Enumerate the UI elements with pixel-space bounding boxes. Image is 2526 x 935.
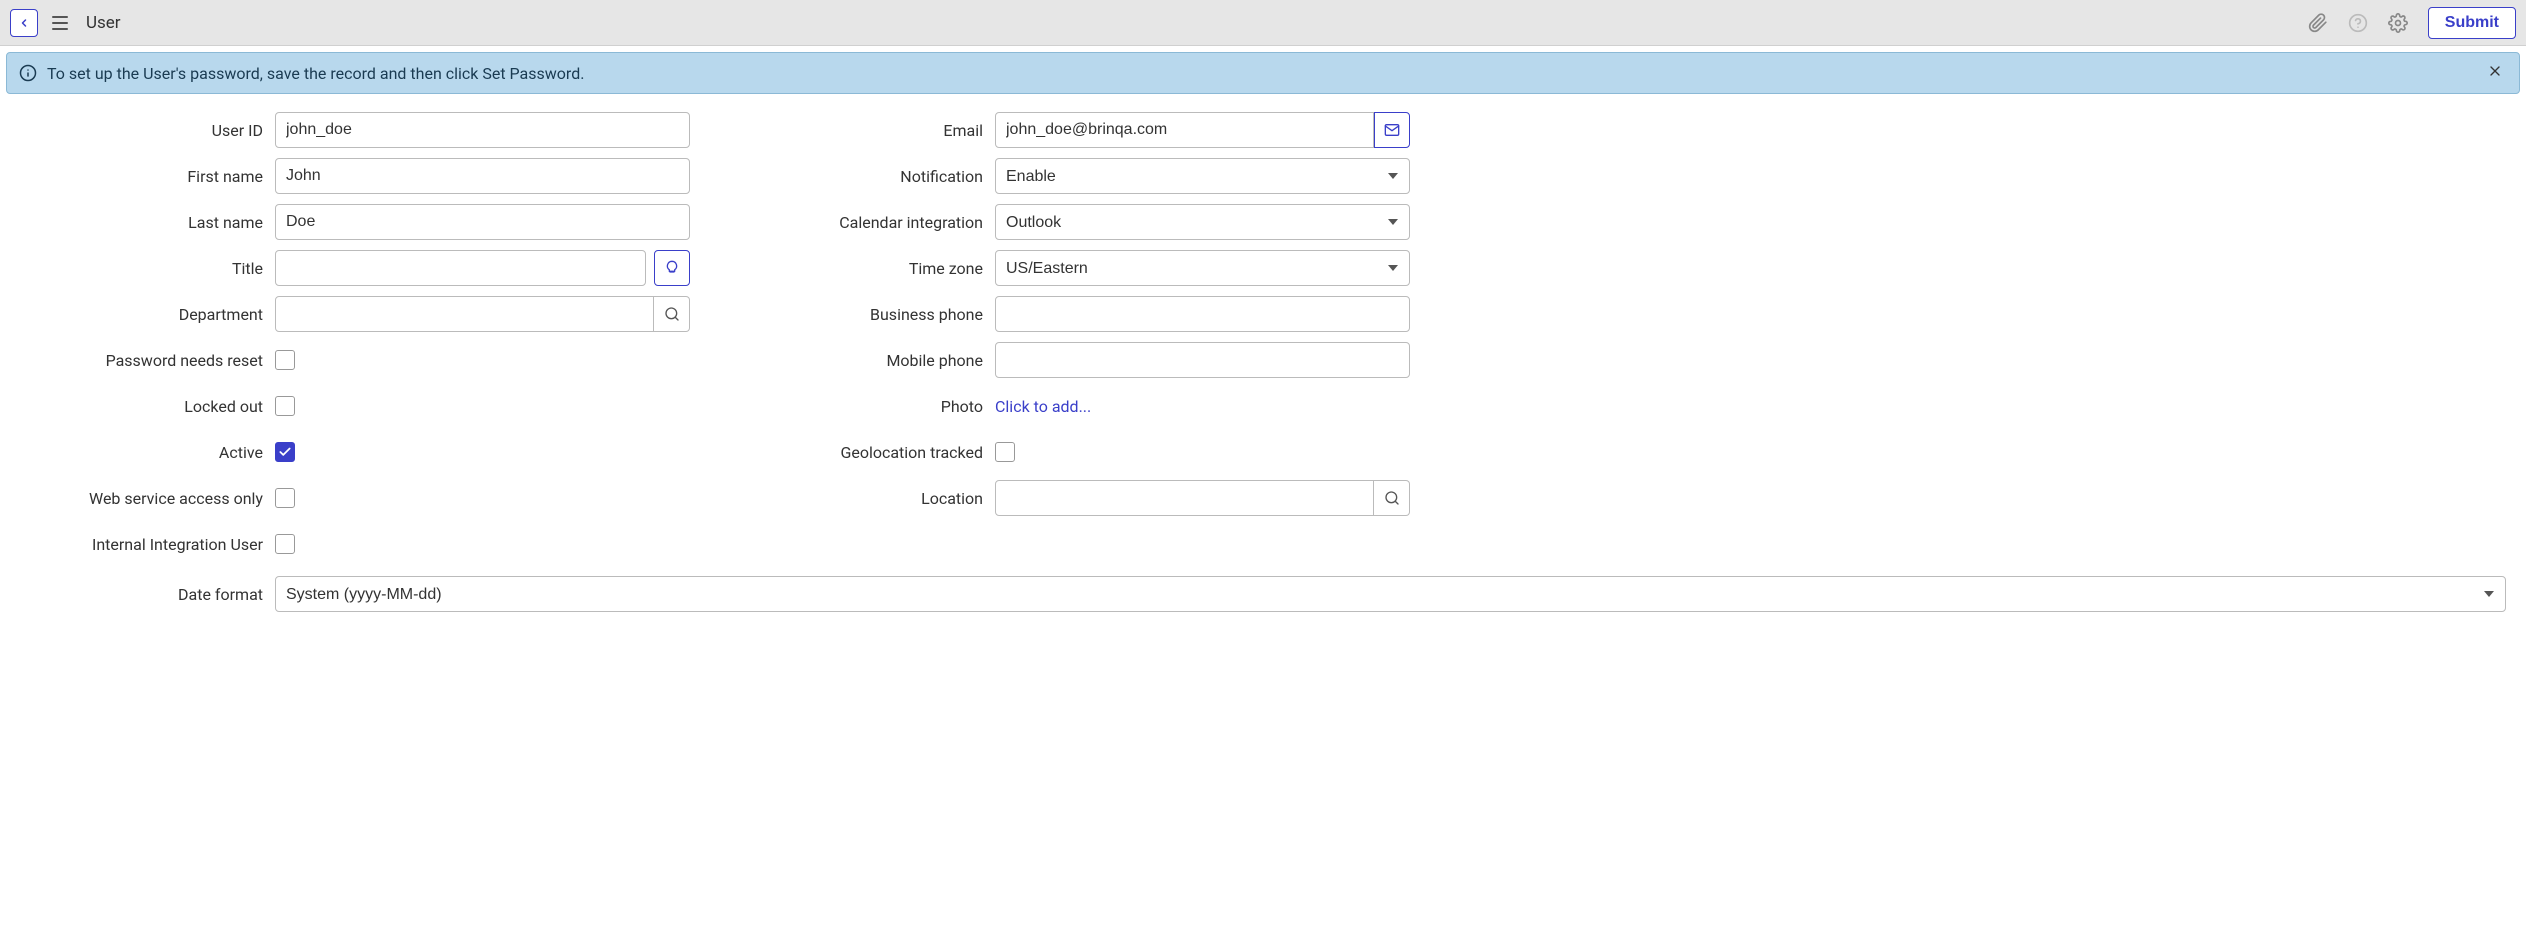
title-input[interactable]: [275, 250, 646, 286]
help-icon: [2348, 13, 2368, 33]
active-label: Active: [10, 443, 275, 462]
info-icon: [19, 64, 37, 82]
time-zone-select[interactable]: US/Eastern: [995, 250, 1410, 286]
notification-select[interactable]: Enable: [995, 158, 1410, 194]
geolocation-tracked-label: Geolocation tracked: [730, 443, 995, 462]
business-phone-input[interactable]: [995, 296, 1410, 332]
geolocation-tracked-checkbox[interactable]: [995, 442, 1015, 462]
header-bar: User Submit: [0, 0, 2526, 46]
business-phone-label: Business phone: [730, 305, 995, 324]
web-service-access-only-label: Web service access only: [10, 489, 275, 508]
photo-label: Photo: [730, 397, 995, 416]
date-format-label: Date format: [10, 585, 275, 604]
search-icon: [1384, 490, 1400, 506]
mobile-phone-label: Mobile phone: [730, 351, 995, 370]
department-lookup-button[interactable]: [654, 296, 690, 332]
department-input[interactable]: [275, 296, 654, 332]
mail-icon: [1384, 122, 1400, 138]
lightbulb-icon: [664, 260, 680, 276]
menu-button[interactable]: [52, 13, 72, 33]
info-banner: To set up the User's password, save the …: [6, 52, 2520, 94]
location-input[interactable]: [995, 480, 1374, 516]
date-format-select[interactable]: System (yyyy-MM-dd): [275, 576, 2506, 612]
email-label: Email: [730, 121, 995, 140]
email-input[interactable]: [995, 112, 1374, 148]
password-needs-reset-checkbox[interactable]: [275, 350, 295, 370]
chevron-left-icon: [18, 17, 30, 29]
internal-integration-user-label: Internal Integration User: [10, 535, 275, 554]
title-suggest-button[interactable]: [654, 250, 690, 286]
user-id-input[interactable]: [275, 112, 690, 148]
calendar-integration-label: Calendar integration: [730, 213, 995, 232]
submit-button[interactable]: Submit: [2428, 7, 2516, 39]
location-label: Location: [730, 489, 995, 508]
active-checkbox[interactable]: [275, 442, 295, 462]
left-column: User ID First name Last name Title: [10, 108, 690, 568]
internal-integration-user-checkbox[interactable]: [275, 534, 295, 554]
right-column: Email Notification Enable Calendar integ…: [730, 108, 1410, 568]
email-action-button[interactable]: [1374, 112, 1410, 148]
close-icon: [2487, 63, 2503, 79]
password-needs-reset-label: Password needs reset: [10, 351, 275, 370]
time-zone-label: Time zone: [730, 259, 995, 278]
last-name-label: Last name: [10, 213, 275, 232]
paperclip-icon: [2308, 13, 2328, 33]
first-name-input[interactable]: [275, 158, 690, 194]
photo-add-link[interactable]: Click to add...: [995, 397, 1091, 416]
attachment-button[interactable]: [2306, 11, 2330, 35]
calendar-integration-select[interactable]: Outlook: [995, 204, 1410, 240]
banner-close-button[interactable]: [2483, 63, 2507, 83]
department-label: Department: [10, 305, 275, 324]
user-id-label: User ID: [10, 121, 275, 140]
location-lookup-button[interactable]: [1374, 480, 1410, 516]
search-icon: [664, 306, 680, 322]
settings-button[interactable]: [2386, 11, 2410, 35]
notification-label: Notification: [730, 167, 995, 186]
back-button[interactable]: [10, 9, 38, 37]
gear-icon: [2388, 13, 2408, 33]
help-button[interactable]: [2346, 11, 2370, 35]
banner-message: To set up the User's password, save the …: [47, 64, 584, 83]
page-title: User: [86, 13, 121, 33]
locked-out-label: Locked out: [10, 397, 275, 416]
locked-out-checkbox[interactable]: [275, 396, 295, 416]
title-label: Title: [10, 259, 275, 278]
mobile-phone-input[interactable]: [995, 342, 1410, 378]
last-name-input[interactable]: [275, 204, 690, 240]
first-name-label: First name: [10, 167, 275, 186]
web-service-access-only-checkbox[interactable]: [275, 488, 295, 508]
